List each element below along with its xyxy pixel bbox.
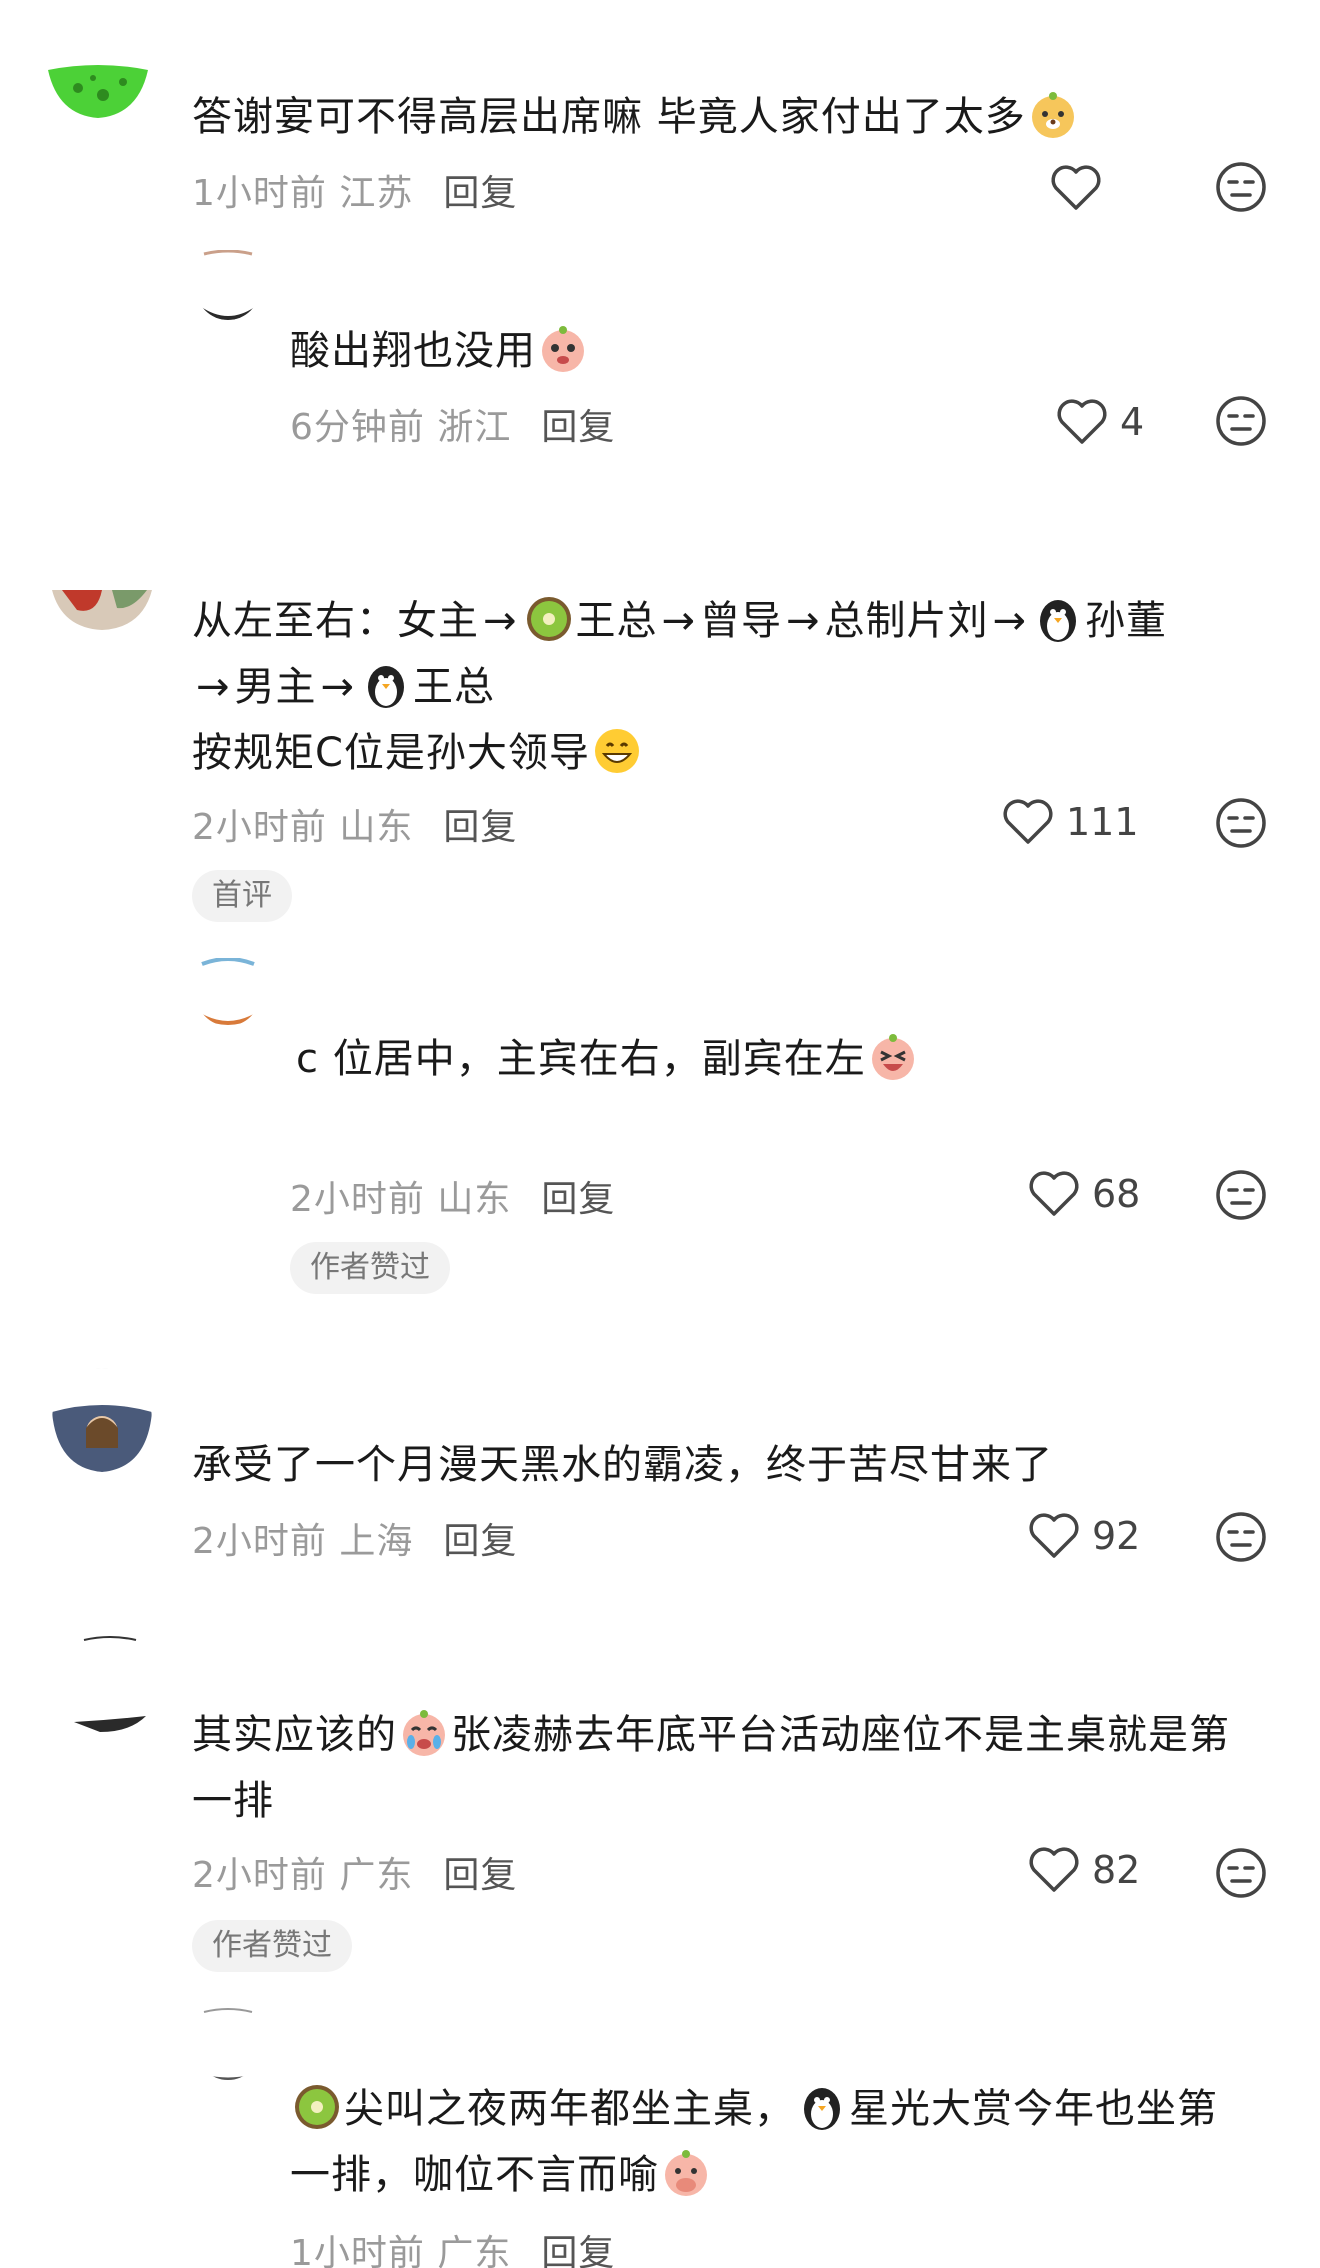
avatar[interactable] <box>52 590 152 630</box>
like-button[interactable]: 68 <box>1028 1164 1140 1224</box>
heart-outline-icon <box>1029 1171 1079 1216</box>
author-liked-tag: 作者赞过 <box>192 1920 352 1972</box>
comment-text: 从左至右：女主 → 王总 → 曾导 → 总制片刘 → 孙董 → 男主 → 王总 按规矩C位是孙大领导 <box>192 588 1272 786</box>
comment-meta: 2小时前 广东 回复 <box>192 1855 518 1896</box>
comment-text: 答谢宴可不得高层出席嘛 毕竟人家付出了太多 <box>192 84 1080 150</box>
penguin-emoji <box>1033 594 1083 644</box>
first-comment-tag: 首评 <box>192 870 292 922</box>
like-count: 4 <box>1120 400 1145 444</box>
author-liked-tag: 作者赞过 <box>290 1242 450 1294</box>
cry-emoji <box>399 1708 449 1758</box>
neutral-face-icon[interactable] <box>1214 1510 1268 1564</box>
reply-button[interactable]: 回复 <box>541 2233 615 2268</box>
kiwi-emoji <box>292 2082 342 2132</box>
reply-button[interactable]: 回复 <box>541 1179 615 1220</box>
heart-outline-icon <box>1029 1513 1079 1558</box>
comment-meta: 1小时前 广东 回复 <box>290 2224 615 2268</box>
avatar[interactable] <box>196 958 260 1026</box>
neutral-face-icon[interactable] <box>1214 394 1268 448</box>
cover-mouth-emoji <box>661 2148 711 2198</box>
comment-text: 承受了一个月漫天黑水的霸凌，终于苦尽甘来了 <box>192 1442 1053 1488</box>
like-count: 82 <box>1092 1848 1141 1892</box>
like-count: 111 <box>1066 800 1139 844</box>
comment-text: c 位居中，主宾在右，副宾在左 <box>296 1026 920 1092</box>
penguin-emoji <box>361 660 411 710</box>
comment-meta: 2小时前 山东 回复 <box>290 1179 616 1220</box>
comment-text: 尖叫之夜两年都坐主桌， 星光大赏今年也坐第 一排，咖位不言而喻 <box>290 2076 1290 2208</box>
comment-text: 酸出翔也没用 <box>290 318 590 384</box>
reply-button[interactable]: 回复 <box>443 1855 517 1896</box>
neutral-face-icon[interactable] <box>1214 796 1268 850</box>
laugh-emoji <box>868 1032 918 1082</box>
like-button[interactable] <box>1050 158 1102 218</box>
like-count: 92 <box>1092 1514 1141 1558</box>
avatar[interactable] <box>52 1368 152 1472</box>
grin-emoji <box>592 726 642 776</box>
comment-location: 江苏 <box>339 173 414 214</box>
avatar[interactable] <box>196 2008 260 2080</box>
comment-text: 其实应该的 张凌赫去年底平台活动座位不是主桌就是第 一排 <box>192 1702 1272 1834</box>
reply-button[interactable]: 回复 <box>443 807 517 848</box>
like-button[interactable]: 92 <box>1028 1506 1140 1566</box>
meerkat-emoji <box>1028 90 1078 140</box>
like-count: 68 <box>1092 1172 1141 1216</box>
comment-meta: 1小时前 江苏 回复 <box>192 164 517 216</box>
kiwi-emoji <box>524 594 574 644</box>
like-button[interactable]: 82 <box>1028 1840 1140 1900</box>
neutral-face-icon[interactable] <box>1214 1846 1268 1900</box>
reply-button[interactable]: 回复 <box>443 173 517 214</box>
heart-outline-icon <box>1051 165 1101 210</box>
reply-button[interactable]: 回复 <box>541 407 615 448</box>
avatar[interactable] <box>48 60 148 120</box>
comment-meta: 6分钟前 浙江 回复 <box>290 407 616 448</box>
reply-button[interactable]: 回复 <box>443 1521 517 1562</box>
avatar[interactable] <box>196 250 260 320</box>
neutral-face-icon[interactable] <box>1214 1168 1268 1222</box>
avatar[interactable] <box>70 1636 150 1746</box>
comment-meta: 2小时前 山东 回复 <box>192 807 518 848</box>
neutral-face-icon[interactable] <box>1214 160 1268 214</box>
heart-outline-icon <box>1003 799 1053 844</box>
like-button[interactable]: 111 <box>1002 792 1139 852</box>
heart-outline-icon <box>1057 399 1107 444</box>
comment-time: 1小时前 <box>192 173 327 214</box>
heart-outline-icon <box>1029 1847 1079 1892</box>
penguin-emoji <box>797 2082 847 2132</box>
comment-meta: 2小时前 上海 回复 <box>192 1521 518 1562</box>
blush-emoji <box>538 324 588 374</box>
like-button[interactable]: 4 <box>1056 392 1144 452</box>
